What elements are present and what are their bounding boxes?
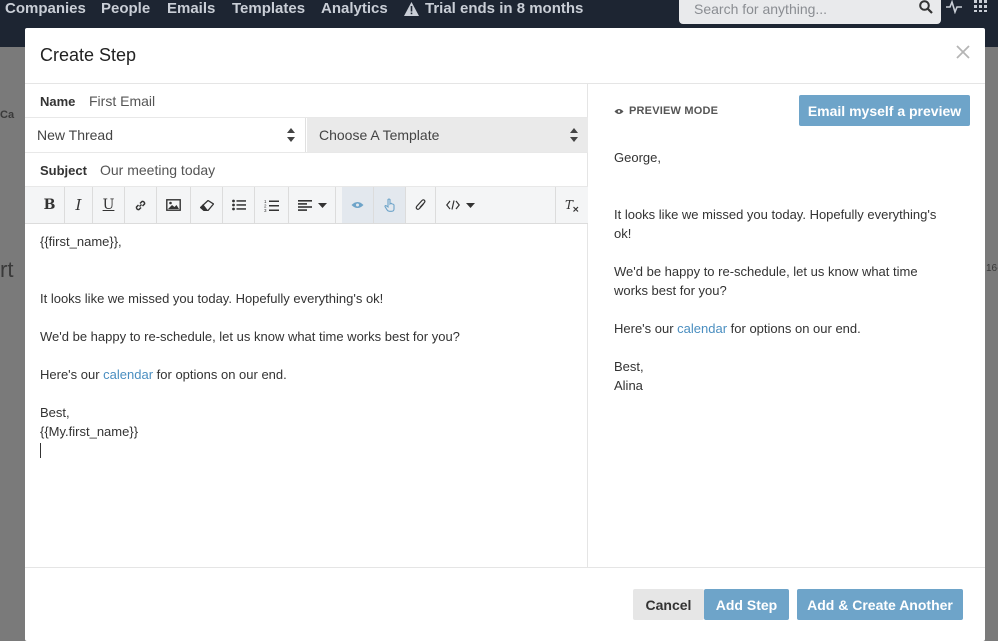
preview-line: ok! (614, 226, 632, 241)
add-and-create-another-button[interactable]: Add & Create Another (797, 589, 963, 620)
eraser-button[interactable] (191, 187, 223, 223)
preview-mode-label: PREVIEW MODE (614, 105, 718, 117)
preview-line: We'd be happy to re-schedule, let us kno… (614, 264, 918, 279)
preview-toggle-button[interactable] (342, 187, 374, 223)
apps-grid-icon[interactable] (974, 0, 988, 12)
nav-emails[interactable]: Emails (167, 0, 215, 17)
search-icon[interactable] (919, 0, 933, 14)
editor-toolbar: B I U 123 T (25, 187, 588, 224)
bold-icon: B (43, 197, 56, 213)
editor-line: Here's our calendar for options on our e… (40, 367, 287, 382)
create-step-modal: Create Step Name First Email New Thread … (25, 28, 985, 641)
numbered-list-icon: 123 (264, 199, 279, 212)
nav-analytics[interactable]: Analytics (321, 0, 388, 17)
eye-icon (351, 202, 364, 208)
code-icon (446, 200, 460, 210)
nav-people[interactable]: People (101, 0, 150, 17)
clear-format-button[interactable]: T (555, 187, 588, 223)
eraser-icon (199, 199, 214, 211)
modal-footer: Cancel Add Step Add & Create Another (25, 567, 985, 641)
add-step-button[interactable]: Add Step (704, 589, 789, 620)
select-arrows-icon (570, 128, 578, 142)
image-icon (166, 199, 181, 211)
email-preview-button[interactable]: Email myself a preview (799, 95, 970, 126)
subject-row: Subject Our meeting today (25, 153, 588, 187)
background-date-fragment: 16- (986, 263, 998, 274)
preview-text: for options on our end. (727, 321, 861, 336)
link-icon (135, 200, 146, 210)
select-arrows-icon (287, 128, 295, 142)
select-row: New Thread Choose A Template (25, 118, 588, 153)
name-input[interactable]: First Email (89, 93, 155, 109)
track-clicks-button[interactable] (374, 187, 406, 223)
preview-line: Best, (614, 359, 644, 374)
template-select[interactable]: Choose A Template (307, 118, 588, 152)
trial-text: Trial ends in 8 months (425, 0, 584, 17)
nav-companies[interactable]: Companies (5, 0, 86, 17)
pointer-hand-icon (383, 198, 395, 212)
code-dropdown-button[interactable] (436, 187, 485, 223)
editor-line: Best, (40, 405, 70, 420)
modal-title: Create Step (40, 45, 137, 65)
thread-select[interactable]: New Thread (25, 118, 306, 152)
cancel-button[interactable]: Cancel (633, 589, 704, 620)
underline-icon: U (102, 197, 115, 213)
preview-calendar-link[interactable]: calendar (677, 321, 727, 336)
activity-icon[interactable] (946, 0, 962, 14)
numbered-list-button[interactable]: 123 (255, 187, 289, 223)
preview-mode-text: PREVIEW MODE (629, 105, 719, 117)
name-label: Name (40, 94, 76, 109)
preview-line: Here's our calendar for options on our e… (614, 319, 861, 338)
attachment-button[interactable] (406, 187, 436, 223)
align-dropdown-button[interactable] (289, 187, 336, 223)
editor-text: for options on our end. (153, 367, 287, 382)
align-left-icon (297, 199, 312, 211)
subject-input[interactable]: Our meeting today (100, 162, 215, 178)
bold-button[interactable]: B (35, 187, 65, 223)
preview-line: George, (614, 150, 661, 165)
thread-select-value: New Thread (37, 127, 114, 143)
editor-panel: Name First Email New Thread Choose A Tem… (25, 84, 588, 567)
warning-icon (404, 1, 419, 16)
underline-button[interactable]: U (93, 187, 125, 223)
background-breadcrumb: Ca (0, 109, 15, 121)
link-button[interactable] (125, 187, 157, 223)
svg-text:T: T (565, 199, 574, 212)
paperclip-icon (415, 199, 426, 210)
search-placeholder: Search for anything... (694, 1, 828, 17)
bullet-list-button[interactable] (223, 187, 255, 223)
italic-button[interactable]: I (65, 187, 93, 223)
close-icon[interactable] (955, 44, 971, 60)
image-button[interactable] (157, 187, 191, 223)
eye-icon (614, 108, 624, 114)
template-select-value: Choose A Template (319, 127, 440, 143)
editor-text: Here's our (40, 367, 104, 382)
editor-line: It looks like we missed you today. Hopef… (40, 291, 384, 306)
trial-notice[interactable]: Trial ends in 8 months (404, 0, 583, 17)
nav-templates[interactable]: Templates (232, 0, 305, 17)
preview-line: Alina (614, 378, 643, 393)
editor-line: {{first_name}}, (40, 234, 122, 249)
preview-line: works best for you? (614, 283, 727, 298)
calendar-link[interactable]: calendar (103, 367, 153, 382)
modal-header: Create Step (25, 28, 985, 84)
caret-down-icon (317, 202, 327, 208)
editor-line: We'd be happy to re-schedule, let us kno… (40, 329, 460, 344)
italic-icon: I (75, 196, 82, 214)
editor-line: {{My.first_name}} (40, 424, 139, 439)
clear-format-icon: T (565, 199, 579, 212)
preview-panel: PREVIEW MODE Email myself a preview Geor… (589, 84, 985, 567)
preview-line: It looks like we missed you today. Hopef… (614, 207, 937, 222)
preview-text: Here's our (614, 321, 678, 336)
caret-down-icon (466, 202, 475, 208)
subject-label: Subject (40, 163, 87, 178)
global-search[interactable]: Search for anything... (679, 0, 941, 24)
svg-text:3: 3 (264, 208, 267, 212)
bullet-list-icon (231, 199, 246, 211)
text-cursor (40, 443, 41, 458)
background-title: rt (0, 257, 14, 282)
name-row: Name First Email (25, 84, 588, 118)
